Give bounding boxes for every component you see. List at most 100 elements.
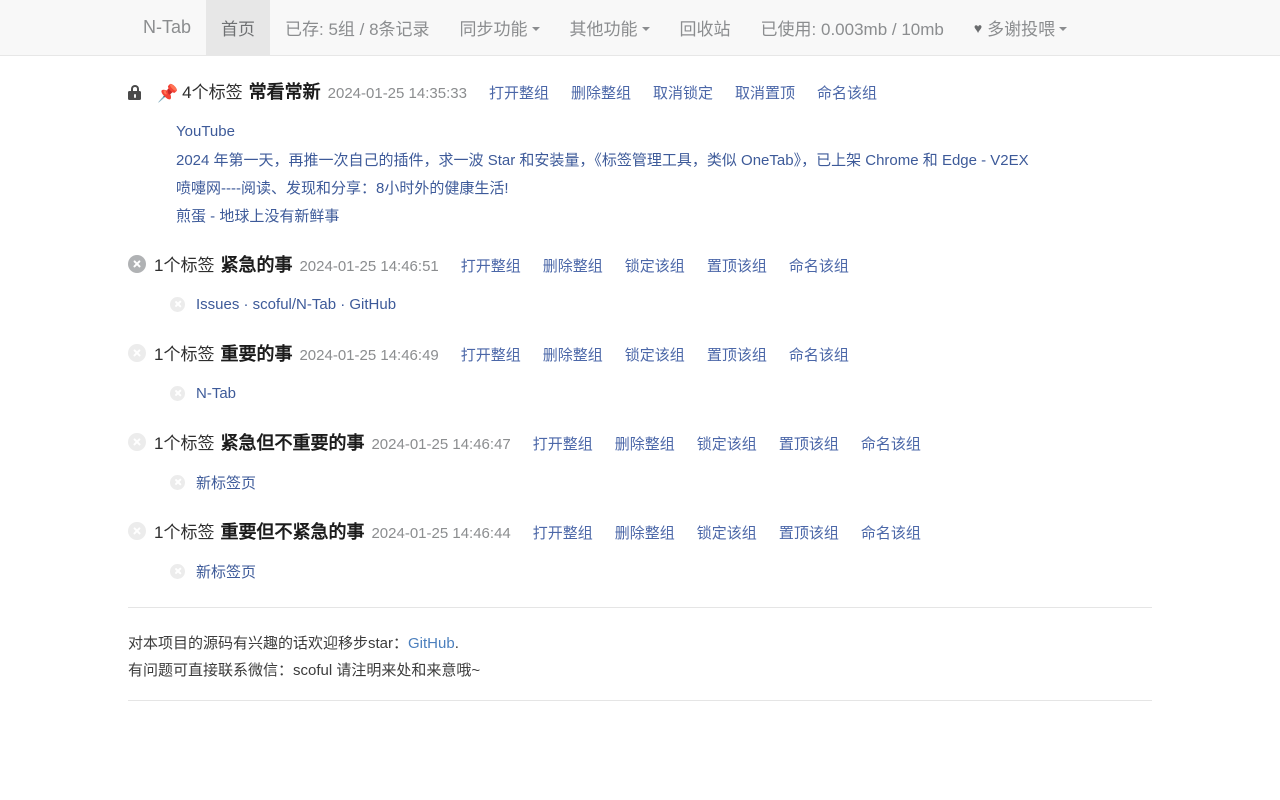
tab-link[interactable]: 喷嚏网----阅读、发现和分享：8小时外的健康生活! — [176, 177, 509, 198]
github-link[interactable]: GitHub — [408, 635, 455, 652]
tab-count: 1个标签 — [154, 518, 214, 543]
close-circle-icon[interactable] — [170, 564, 185, 579]
delete-group-button[interactable]: 删除整组 — [543, 344, 603, 365]
group-title[interactable]: 重要但不紧急的事 — [220, 518, 364, 544]
tab-link[interactable]: N-Tab — [196, 385, 236, 402]
tab-group-header: 1个标签 紧急的事 2024-01-25 14:46:51 打开整组 删除整组 … — [128, 251, 1152, 277]
group-title[interactable]: 重要的事 — [220, 340, 292, 366]
group-spacer — [128, 407, 1152, 429]
rename-group-button[interactable]: 命名该组 — [789, 344, 849, 365]
rename-group-button[interactable]: 命名该组 — [789, 255, 849, 276]
close-circle-icon[interactable] — [170, 386, 185, 401]
tab-link[interactable]: 新标签页 — [196, 561, 256, 582]
group-title[interactable]: 紧急但不重要的事 — [220, 429, 364, 455]
chevron-down-icon — [642, 27, 650, 31]
group-status-icons — [128, 344, 154, 362]
group-timestamp: 2024-01-25 14:46:51 — [299, 258, 438, 275]
nav-item-usage[interactable]: 已使用: 0.003mb / 10mb — [746, 0, 959, 55]
group-spacer — [128, 229, 1152, 251]
footer-bottom-divider — [128, 700, 1152, 701]
nav-item-recycle-bin-label: 回收站 — [680, 15, 731, 40]
pushpin-icon: 📌 — [157, 85, 178, 102]
unlock-group-button[interactable]: 取消锁定 — [653, 82, 713, 103]
tab-group: 1个标签 重要的事 2024-01-25 14:46:49 打开整组 删除整组 … — [128, 340, 1152, 407]
lock-icon — [128, 85, 141, 100]
group-timestamp: 2024-01-25 14:46:47 — [371, 436, 510, 453]
rename-group-button[interactable]: 命名该组 — [861, 522, 921, 543]
tab-list: YouTube 2024 年第一天，再推一次自己的插件，求一波 Star 和安装… — [128, 117, 1152, 229]
nav-item-recycle-bin[interactable]: 回收站 — [665, 0, 746, 55]
lock-group-button[interactable]: 锁定该组 — [625, 255, 685, 276]
open-group-button[interactable]: 打开整组 — [489, 82, 549, 103]
lock-group-button[interactable]: 锁定该组 — [697, 522, 757, 543]
top-navbar: N-Tab 首页 已存: 5组 / 8条记录 同步功能 其他功能 回收站 已使用… — [0, 0, 1280, 56]
open-group-button[interactable]: 打开整组 — [461, 344, 521, 365]
group-spacer — [128, 496, 1152, 518]
heart-icon: ♥ — [974, 20, 982, 36]
delete-group-button[interactable]: 删除整组 — [571, 82, 631, 103]
brand-logo[interactable]: N-Tab — [128, 0, 206, 55]
page-footer: 对本项目的源码有兴趣的话欢迎移步star：GitHub. 有问题可直接联系微信：… — [128, 608, 1152, 700]
close-circle-icon[interactable] — [128, 344, 146, 362]
pin-group-button[interactable]: 置顶该组 — [779, 433, 839, 454]
tab-link[interactable]: 新标签页 — [196, 472, 256, 493]
tab-group-header: 📌 4个标签 常看常新 2024-01-25 14:35:33 打开整组 删除整… — [128, 78, 1152, 104]
list-item: 新标签页 — [128, 468, 1152, 496]
group-status-icons — [128, 433, 154, 451]
tab-link[interactable]: Issues · scoful/N-Tab · GitHub — [196, 296, 396, 313]
tab-group-header: 1个标签 紧急但不重要的事 2024-01-25 14:46:47 打开整组 删… — [128, 429, 1152, 455]
group-title[interactable]: 紧急的事 — [220, 251, 292, 277]
pre-footer-spacer — [128, 585, 1152, 607]
tab-count: 1个标签 — [154, 429, 214, 454]
nav-item-sync-menu[interactable]: 同步功能 — [445, 0, 555, 55]
pin-group-button[interactable]: 置顶该组 — [707, 344, 767, 365]
usage-label: 已使用: 0.003mb / 10mb — [761, 15, 944, 40]
group-header-spacer — [128, 104, 1152, 117]
rename-group-button[interactable]: 命名该组 — [861, 433, 921, 454]
tab-group: 📌 4个标签 常看常新 2024-01-25 14:35:33 打开整组 删除整… — [128, 78, 1152, 229]
open-group-button[interactable]: 打开整组 — [533, 433, 593, 454]
nav-item-other-menu[interactable]: 其他功能 — [555, 0, 665, 55]
close-circle-icon[interactable] — [170, 297, 185, 312]
group-header-spacer — [128, 277, 1152, 290]
delete-group-button[interactable]: 删除整组 — [543, 255, 603, 276]
group-header-spacer — [128, 366, 1152, 379]
tab-group-header: 1个标签 重要但不紧急的事 2024-01-25 14:46:44 打开整组 删… — [128, 518, 1152, 544]
tab-count: 1个标签 — [154, 251, 214, 276]
group-title[interactable]: 常看常新 — [249, 78, 321, 104]
group-timestamp: 2024-01-25 14:35:33 — [328, 85, 467, 102]
pin-group-button[interactable]: 置顶该组 — [707, 255, 767, 276]
group-timestamp: 2024-01-25 14:46:44 — [371, 525, 510, 542]
nav-item-donate-menu[interactable]: ♥ 多谢投喂 — [959, 0, 1082, 55]
open-group-button[interactable]: 打开整组 — [461, 255, 521, 276]
pin-group-button[interactable]: 置顶该组 — [779, 522, 839, 543]
main-content: 📌 4个标签 常看常新 2024-01-25 14:35:33 打开整组 删除整… — [0, 56, 1280, 701]
rename-group-button[interactable]: 命名该组 — [817, 82, 877, 103]
list-item: YouTube — [128, 117, 1152, 145]
footer-source-suffix: . — [455, 635, 459, 652]
tab-link[interactable]: 2024 年第一天，再推一次自己的插件，求一波 Star 和安装量，《标签管理工… — [176, 149, 1029, 170]
tab-link[interactable]: 煎蛋 - 地球上没有新鲜事 — [176, 205, 339, 226]
group-status-icons — [128, 255, 154, 273]
tab-group: 1个标签 紧急但不重要的事 2024-01-25 14:46:47 打开整组 删… — [128, 429, 1152, 496]
tab-list: 新标签页 — [128, 468, 1152, 496]
nav-item-home[interactable]: 首页 — [206, 0, 270, 55]
tab-list: 新标签页 — [128, 557, 1152, 585]
footer-line-contact: 有问题可直接联系微信：scoful 请注明来处和来意哦~ — [128, 657, 1152, 684]
nav-item-stored-count[interactable]: 已存: 5组 / 8条记录 — [270, 0, 445, 55]
tab-list: Issues · scoful/N-Tab · GitHub — [128, 290, 1152, 318]
close-circle-icon[interactable] — [128, 522, 146, 540]
close-circle-icon[interactable] — [128, 433, 146, 451]
close-circle-icon[interactable] — [170, 475, 185, 490]
tab-link[interactable]: YouTube — [176, 123, 235, 140]
open-group-button[interactable]: 打开整组 — [533, 522, 593, 543]
nav-item-other-label: 其他功能 — [570, 15, 638, 40]
delete-group-button[interactable]: 删除整组 — [615, 522, 675, 543]
close-circle-icon[interactable] — [128, 255, 146, 273]
lock-group-button[interactable]: 锁定该组 — [697, 433, 757, 454]
lock-group-button[interactable]: 锁定该组 — [625, 344, 685, 365]
unpin-group-button[interactable]: 取消置顶 — [735, 82, 795, 103]
group-action-bar: 打开整组 删除整组 锁定该组 置顶该组 命名该组 — [533, 433, 921, 454]
delete-group-button[interactable]: 删除整组 — [615, 433, 675, 454]
group-action-bar: 打开整组 删除整组 取消锁定 取消置顶 命名该组 — [489, 82, 877, 103]
